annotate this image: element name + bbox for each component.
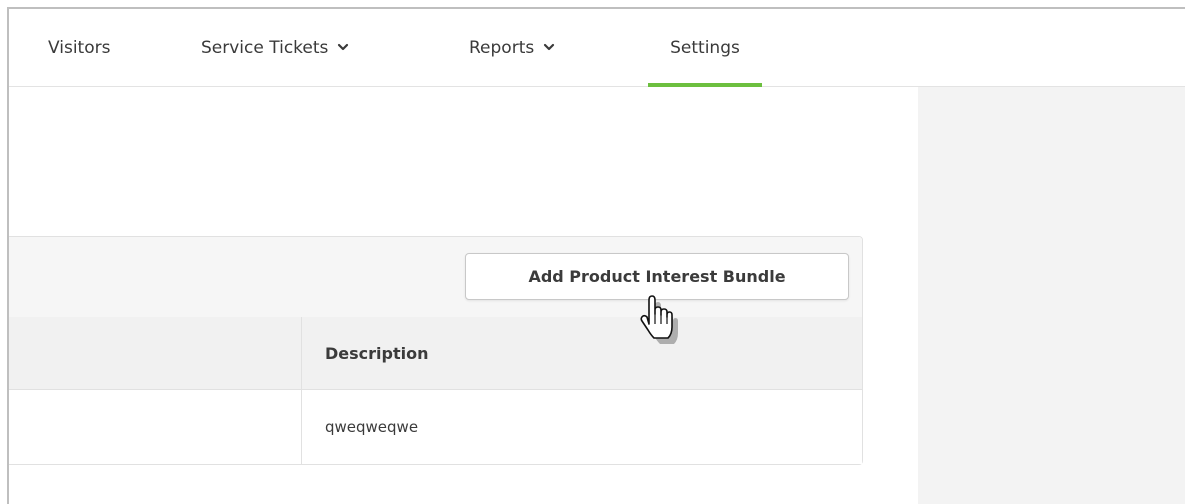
add-product-interest-bundle-button[interactable]: Add Product Interest Bundle (465, 253, 849, 300)
chevron-down-icon (544, 43, 555, 50)
nav-item-label: Visitors (48, 37, 111, 58)
nav-item-visitors[interactable]: Visitors (48, 9, 110, 86)
product-interest-bundles-card: Add Product Interest Bundle Description … (9, 236, 863, 465)
nav-item-settings[interactable]: Settings (648, 9, 762, 87)
card-toolbar: Add Product Interest Bundle (9, 237, 862, 318)
column-divider (301, 317, 302, 464)
cell-description: qweqweqwe (325, 418, 419, 436)
nav-item-label: Service Tickets (201, 37, 329, 58)
app-frame: Visitors Service Tickets Reports Setting… (7, 7, 1185, 504)
nav-item-label: Reports (469, 37, 535, 58)
nav-item-reports[interactable]: Reports (469, 9, 555, 86)
column-header-description: Description (325, 343, 429, 363)
side-panel (918, 87, 1185, 504)
table-row[interactable]: qweqweqwe (9, 390, 862, 464)
table-header-row: Description (9, 317, 862, 390)
top-navigation: Visitors Service Tickets Reports Setting… (9, 9, 1185, 87)
nav-item-service-tickets[interactable]: Service Tickets (201, 9, 349, 86)
nav-item-label: Settings (670, 37, 740, 58)
chevron-down-icon (338, 43, 349, 50)
